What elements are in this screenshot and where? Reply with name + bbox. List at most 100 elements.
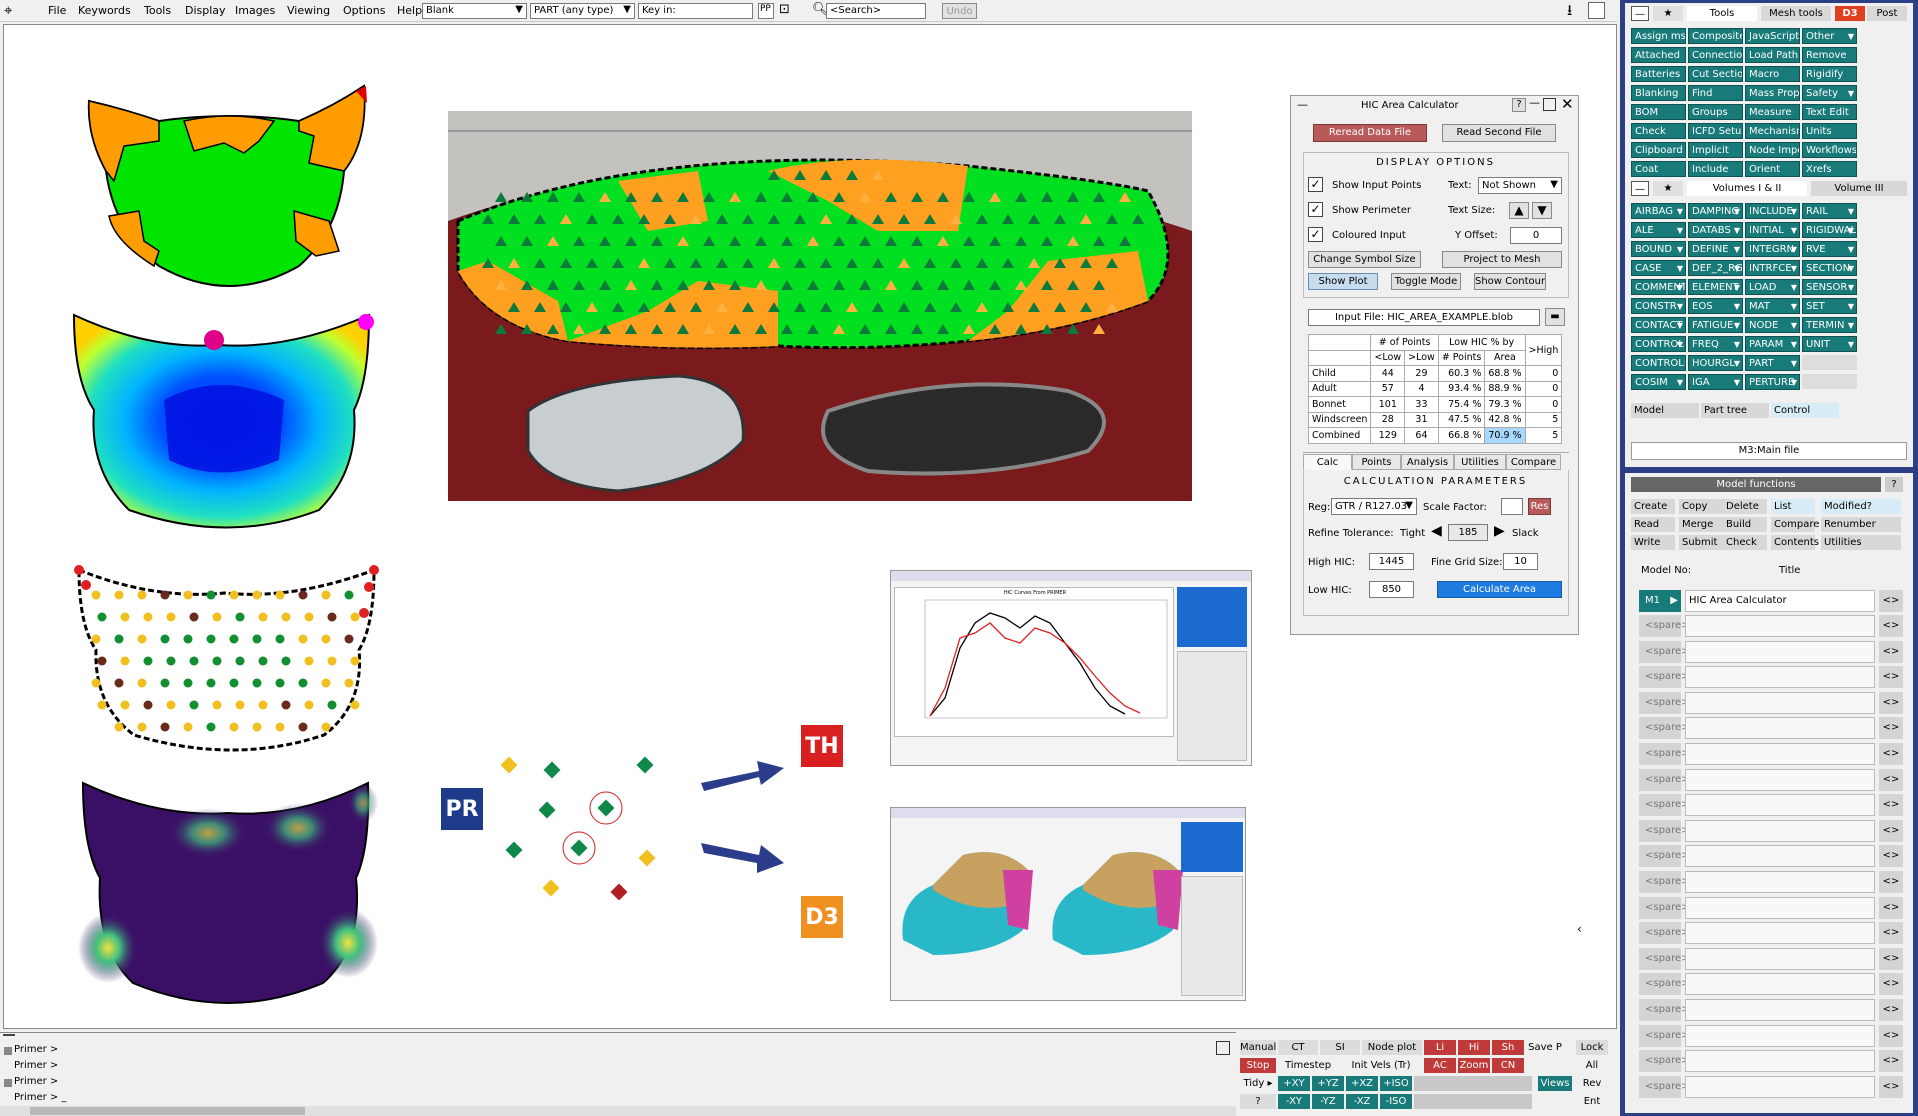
- tool-button[interactable]: Macro: [1745, 66, 1800, 82]
- refine-tolerance-value[interactable]: 185: [1448, 524, 1488, 541]
- save-p-button[interactable]: Save P: [1526, 1040, 1564, 1055]
- function-button[interactable]: Compare: [1771, 517, 1819, 532]
- keyword-button[interactable]: SENSOR ▼: [1802, 279, 1857, 295]
- lock-button[interactable]: Lock: [1576, 1040, 1608, 1055]
- tool-button[interactable]: BOM: [1631, 104, 1686, 120]
- keyword-button[interactable]: UNIT ▼: [1802, 336, 1857, 352]
- keyword-button[interactable]: RAIL ▼: [1802, 203, 1857, 219]
- spare-model-button[interactable]: <spare>: [1639, 1024, 1690, 1047]
- function-button[interactable]: Merge: [1679, 517, 1723, 532]
- keyword-button[interactable]: COMMENT ▼: [1631, 279, 1686, 295]
- keyword-button[interactable]: INCLUDE ▼: [1745, 203, 1800, 219]
- spare-model-title[interactable]: [1685, 871, 1875, 893]
- function-button[interactable]: Modified?: [1821, 499, 1901, 514]
- maximize-icon[interactable]: [1543, 98, 1556, 111]
- star-icon[interactable]: ★: [1653, 6, 1683, 21]
- tool-button[interactable]: Load Path: [1745, 47, 1800, 63]
- project-to-mesh-button[interactable]: Project to Mesh: [1442, 251, 1562, 268]
- tool-button[interactable]: Orient: [1745, 161, 1800, 177]
- tool-button[interactable]: JavaScript: [1745, 28, 1800, 44]
- swap-button[interactable]: <>: [1879, 819, 1903, 842]
- tab-volumes-1-2[interactable]: Volumes I & II: [1687, 181, 1807, 196]
- swap-button[interactable]: <>: [1879, 1050, 1903, 1073]
- tool-button[interactable]: Connection: [1688, 47, 1743, 63]
- tab-utilities[interactable]: Utilities: [1454, 454, 1506, 470]
- horizontal-scrollbar[interactable]: [0, 1106, 1236, 1116]
- spare-model-button[interactable]: <spare>: [1639, 794, 1690, 817]
- collapse-icon[interactable]: —: [1631, 6, 1649, 21]
- spare-model-button[interactable]: <spare>: [1639, 691, 1690, 714]
- keyword-button[interactable]: RVE ▼: [1802, 241, 1857, 257]
- tool-button[interactable]: Xrefs: [1802, 161, 1857, 177]
- toggle-mode-button[interactable]: Toggle Mode: [1391, 273, 1461, 290]
- plus-iso-button[interactable]: +ISO: [1380, 1076, 1412, 1091]
- fine-grid-size-input[interactable]: 10: [1503, 553, 1538, 570]
- swap-button[interactable]: <>: [1879, 947, 1903, 970]
- collapse-arrow-icon[interactable]: ‹: [1577, 922, 1582, 936]
- tab-part-tree[interactable]: Part tree: [1701, 403, 1769, 418]
- tool-button[interactable]: Include: [1688, 161, 1743, 177]
- function-button[interactable]: Check: [1723, 535, 1767, 550]
- spare-model-button[interactable]: <spare>: [1639, 1050, 1690, 1073]
- function-button[interactable]: Utilities: [1821, 535, 1901, 550]
- keyword-button[interactable]: DATABS ▼: [1688, 222, 1743, 238]
- search-input[interactable]: <Search>: [826, 3, 926, 19]
- tool-button[interactable]: Measure: [1745, 104, 1800, 120]
- tool-button[interactable]: Rigidify: [1802, 66, 1857, 82]
- spare-model-button[interactable]: <spare>: [1639, 743, 1690, 765]
- tool-button[interactable]: Composite: [1688, 28, 1743, 44]
- command-prompt[interactable]: Primer > _: [14, 1092, 67, 1103]
- key-in-field[interactable]: Key in:: [638, 3, 753, 19]
- init-vels-button[interactable]: Init Vels (Tr): [1345, 1058, 1417, 1073]
- undo-button[interactable]: Undo: [942, 3, 977, 19]
- spare-model-button[interactable]: <spare>: [1639, 819, 1690, 842]
- keyword-button[interactable]: INTRFCE ▼: [1745, 260, 1800, 276]
- swap-button[interactable]: <>: [1879, 922, 1903, 945]
- plus-xz-button[interactable]: +XZ: [1346, 1076, 1378, 1091]
- tool-button[interactable]: Find: [1688, 85, 1743, 101]
- spare-model-button[interactable]: <spare>: [1639, 640, 1690, 663]
- spare-model-title[interactable]: [1685, 794, 1875, 817]
- maximize-icon[interactable]: [1588, 2, 1605, 19]
- folder-icon[interactable]: ▬: [1545, 308, 1565, 326]
- main-file-field[interactable]: M3:Main file: [1631, 442, 1907, 460]
- function-button[interactable]: Write: [1631, 535, 1675, 550]
- tool-button[interactable]: Clipboard: [1631, 142, 1686, 158]
- menu-help[interactable]: Help: [397, 4, 422, 17]
- tab-post[interactable]: Post: [1867, 6, 1907, 21]
- keyword-button[interactable]: HOURGL ▼: [1688, 355, 1743, 371]
- minus-xz-button[interactable]: -XZ: [1346, 1094, 1378, 1109]
- calculate-area-button[interactable]: Calculate Area: [1437, 581, 1562, 598]
- spare-model-title[interactable]: [1685, 947, 1875, 970]
- minimize-icon[interactable]: —: [1529, 96, 1540, 109]
- keyword-button[interactable]: INITIAL ▼: [1745, 222, 1800, 238]
- zoom-button[interactable]: Zoom: [1458, 1058, 1490, 1073]
- swap-button[interactable]: <>: [1879, 590, 1903, 612]
- select-icon[interactable]: ⊡: [779, 2, 790, 17]
- tool-button[interactable]: Check: [1631, 123, 1686, 139]
- swap-button[interactable]: <>: [1879, 845, 1903, 868]
- keyword-button[interactable]: NODE ▼: [1745, 317, 1800, 333]
- spare-model-button[interactable]: <spare>: [1639, 947, 1690, 970]
- keyword-button[interactable]: PERTURB ▼: [1745, 374, 1800, 390]
- show-plot-button[interactable]: Show Plot: [1308, 273, 1378, 290]
- keyword-button[interactable]: CONTACT ▼: [1631, 317, 1686, 333]
- swap-button[interactable]: <>: [1879, 999, 1903, 1021]
- tool-button[interactable]: Other ▼: [1802, 28, 1857, 44]
- tool-button[interactable]: ICFD Setup: [1688, 123, 1743, 139]
- spare-model-title[interactable]: [1685, 1050, 1875, 1073]
- function-button[interactable]: Read: [1631, 517, 1675, 532]
- swap-button[interactable]: <>: [1879, 896, 1903, 919]
- plus-yz-button[interactable]: +YZ: [1312, 1076, 1344, 1091]
- spare-model-title[interactable]: [1685, 1075, 1875, 1098]
- high-hic-input[interactable]: 1445: [1369, 553, 1414, 570]
- spare-model-title[interactable]: [1685, 640, 1875, 663]
- keyword-button[interactable]: DAMPING ▼: [1688, 203, 1743, 219]
- command-window[interactable]: Primer > Primer > Primer > Primer > _: [0, 1032, 1236, 1116]
- keyword-button[interactable]: TERMIN ▼: [1802, 317, 1857, 333]
- text-size-up-icon[interactable]: ▲: [1509, 202, 1529, 219]
- ac-button[interactable]: AC: [1424, 1058, 1456, 1073]
- keyword-button[interactable]: PARAM ▼: [1745, 336, 1800, 352]
- maximize-icon[interactable]: [1216, 1041, 1230, 1055]
- tab-volume-3[interactable]: Volume III: [1811, 181, 1907, 196]
